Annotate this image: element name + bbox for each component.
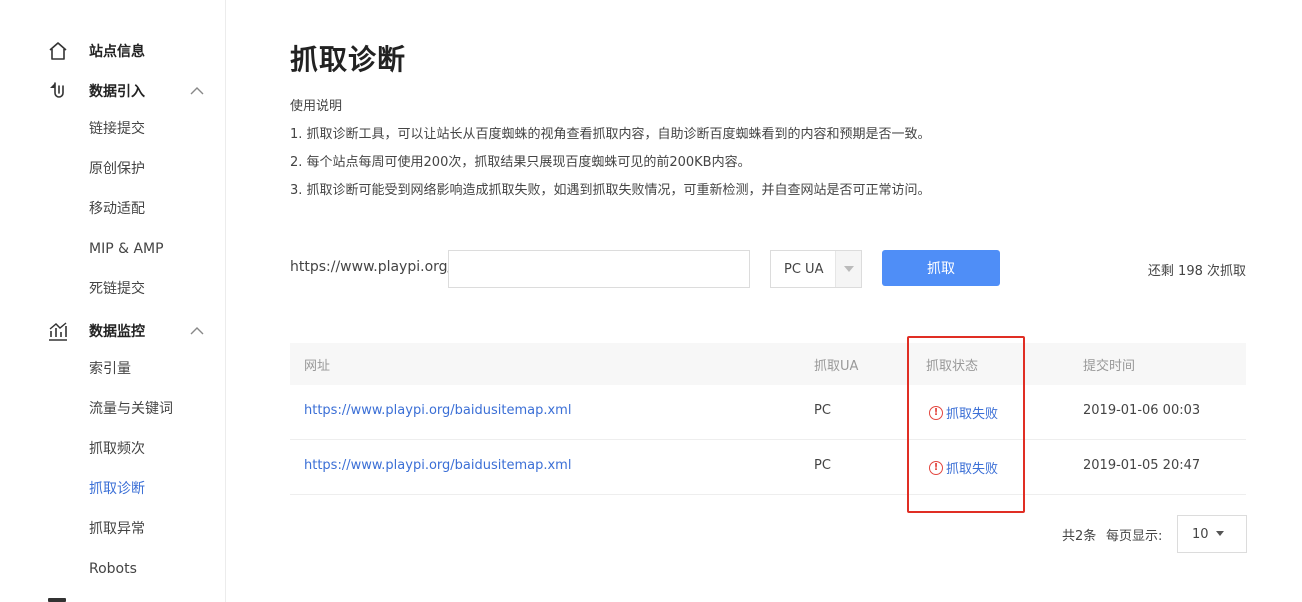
pagination-per-page-label: 每页显示: bbox=[1106, 529, 1163, 544]
sidebar-item-original-protect[interactable]: 原创保护 bbox=[89, 159, 145, 179]
row-url-link[interactable]: https://www.playpi.org/baidusitemap.xml bbox=[304, 458, 571, 473]
usage-line: 1. 抓取诊断工具，可以让站长从百度蜘蛛的视角查看抓取内容，自助诊断百度蜘蛛看到… bbox=[290, 127, 931, 142]
table-row: https://www.playpi.org/baidusitemap.xml … bbox=[290, 440, 1246, 495]
sidebar-group-label: 数据监控 bbox=[89, 324, 145, 340]
sidebar-item-traffic-keywords[interactable]: 流量与关键词 bbox=[89, 399, 173, 419]
row-status-link[interactable]: ! 抓取失败 bbox=[929, 403, 998, 422]
row-ua: PC bbox=[814, 458, 831, 473]
row-status-text: 抓取失败 bbox=[946, 407, 999, 422]
sidebar-item-crawl-diagnosis[interactable]: 抓取诊断 bbox=[89, 479, 145, 499]
column-header-ua: 抓取UA bbox=[814, 359, 859, 374]
main-content: 抓取诊断 使用说明 1. 抓取诊断工具，可以让站长从百度蜘蛛的视角查看抓取内容，… bbox=[290, 0, 1250, 602]
ua-select[interactable]: PC UA bbox=[770, 250, 862, 288]
column-header-url: 网址 bbox=[304, 359, 331, 374]
usage-line: 3. 抓取诊断可能受到网络影响造成抓取失败，如遇到抓取失败情况，可重新检测，并自… bbox=[290, 183, 931, 198]
chevron-up-icon[interactable] bbox=[188, 82, 206, 100]
sidebar-item-dead-link[interactable]: 死链提交 bbox=[89, 279, 145, 299]
url-path-input[interactable] bbox=[448, 250, 750, 288]
chevron-down-icon[interactable] bbox=[835, 251, 861, 287]
chevron-up-icon[interactable] bbox=[188, 322, 206, 340]
row-time: 2019-01-06 00:03 bbox=[1083, 403, 1201, 418]
remaining-count: 还剩 198 次抓取 bbox=[1147, 264, 1246, 279]
sidebar-group-label: 数据引入 bbox=[89, 84, 145, 100]
column-header-status: 抓取状态 bbox=[926, 359, 979, 374]
sidebar-item-crawl-frequency[interactable]: 抓取频次 bbox=[89, 439, 145, 459]
chart-icon bbox=[47, 320, 69, 342]
column-header-time: 提交时间 bbox=[1083, 359, 1136, 374]
data-import-icon bbox=[47, 80, 69, 102]
next-group-icon bbox=[48, 598, 66, 602]
sidebar: 站点信息 数据引入 链接提交 原创保护 移动适配 MIP & AMP 死链提交 … bbox=[0, 0, 226, 602]
sidebar-group-label: 站点信息 bbox=[89, 44, 145, 60]
sidebar-item-mip-amp[interactable]: MIP & AMP bbox=[89, 239, 164, 259]
caret-down-icon bbox=[1216, 531, 1224, 536]
ua-select-value: PC UA bbox=[784, 261, 824, 277]
page-title: 抓取诊断 bbox=[290, 43, 407, 76]
sidebar-group-site-info[interactable]: 站点信息 bbox=[0, 31, 226, 71]
sidebar-item-crawl-errors[interactable]: 抓取异常 bbox=[89, 519, 145, 539]
sidebar-group-data-import[interactable]: 数据引入 bbox=[0, 71, 226, 111]
sidebar-item-link-submit[interactable]: 链接提交 bbox=[89, 119, 145, 139]
error-icon: ! bbox=[929, 405, 943, 420]
row-status-link[interactable]: ! 抓取失败 bbox=[929, 458, 998, 477]
page-size-select[interactable]: 10 bbox=[1177, 515, 1247, 553]
home-icon bbox=[47, 40, 69, 62]
row-url-link[interactable]: https://www.playpi.org/baidusitemap.xml bbox=[304, 403, 571, 418]
sidebar-item-robots[interactable]: Robots bbox=[89, 559, 137, 579]
sidebar-item-index-volume[interactable]: 索引量 bbox=[89, 359, 131, 379]
row-time: 2019-01-05 20:47 bbox=[1083, 458, 1201, 473]
row-ua: PC bbox=[814, 403, 831, 418]
sidebar-group-data-monitor[interactable]: 数据监控 bbox=[0, 311, 226, 351]
usage-line: 2. 每个站点每周可使用200次，抓取结果只展现百度蜘蛛可见的前200KB内容。 bbox=[290, 155, 751, 170]
error-icon: ! bbox=[929, 460, 943, 475]
sidebar-item-mobile-adapt[interactable]: 移动适配 bbox=[89, 199, 145, 219]
table-row: https://www.playpi.org/baidusitemap.xml … bbox=[290, 385, 1246, 440]
page-size-value: 10 bbox=[1192, 526, 1209, 542]
url-prefix: https://www.playpi.org/ bbox=[290, 259, 453, 275]
fetch-button[interactable]: 抓取 bbox=[882, 250, 1000, 286]
pagination-total: 共2条 bbox=[1062, 529, 1097, 544]
row-status-text: 抓取失败 bbox=[946, 462, 999, 477]
usage-title: 使用说明 bbox=[290, 99, 343, 114]
table-header: 网址 抓取UA 抓取状态 提交时间 bbox=[290, 343, 1246, 385]
